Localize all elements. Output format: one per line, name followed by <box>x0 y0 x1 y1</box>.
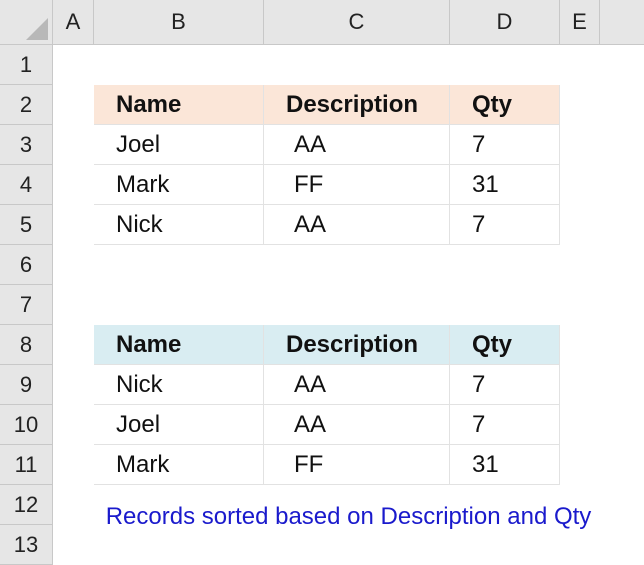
column-header-d[interactable]: D <box>450 0 560 45</box>
row-header-5[interactable]: 5 <box>0 205 53 245</box>
row-header-10[interactable]: 10 <box>0 405 53 445</box>
table2-cell[interactable]: 31 <box>450 445 560 485</box>
column-header-blank <box>600 0 644 45</box>
table1-cell[interactable]: Nick <box>94 205 264 245</box>
table2-cell[interactable]: AA <box>264 365 450 405</box>
table2-cell[interactable]: FF <box>264 445 450 485</box>
table2-header-name[interactable]: Name <box>94 325 264 365</box>
table2-cell[interactable]: Mark <box>94 445 264 485</box>
table1-header-qty[interactable]: Qty <box>450 85 560 125</box>
column-header-c[interactable]: C <box>264 0 450 45</box>
table2-header-qty[interactable]: Qty <box>450 325 560 365</box>
table2-cell[interactable]: AA <box>264 405 450 445</box>
table1-header-description[interactable]: Description <box>264 85 450 125</box>
table1-header-name[interactable]: Name <box>94 85 264 125</box>
row-header-6[interactable]: 6 <box>0 245 53 285</box>
column-header-e[interactable]: E <box>560 0 600 45</box>
column-header-b[interactable]: B <box>94 0 264 45</box>
row-header-3[interactable]: 3 <box>0 125 53 165</box>
table2-cell[interactable]: Nick <box>94 365 264 405</box>
row-header-9[interactable]: 9 <box>0 365 53 405</box>
table2-header-description[interactable]: Description <box>264 325 450 365</box>
row-header-2[interactable]: 2 <box>0 85 53 125</box>
table1-cell[interactable]: AA <box>264 205 450 245</box>
sort-caption: Records sorted based on Description and … <box>105 503 592 530</box>
column-header-a[interactable]: A <box>53 0 94 45</box>
row-header-8[interactable]: 8 <box>0 325 53 365</box>
row-header-7[interactable]: 7 <box>0 285 53 325</box>
table1-cell[interactable]: 31 <box>450 165 560 205</box>
table1-cell[interactable]: Mark <box>94 165 264 205</box>
table2-cell[interactable]: Joel <box>94 405 264 445</box>
row-header-12[interactable]: 12 <box>0 485 53 525</box>
row-header-4[interactable]: 4 <box>0 165 53 205</box>
table1-cell[interactable]: AA <box>264 125 450 165</box>
row-header-11[interactable]: 11 <box>0 445 53 485</box>
table1-cell[interactable]: 7 <box>450 125 560 165</box>
select-all-triangle-icon <box>26 18 48 40</box>
table1-cell[interactable]: FF <box>264 165 450 205</box>
select-all-corner[interactable] <box>0 0 53 45</box>
row-header-1[interactable]: 1 <box>0 45 53 85</box>
table2-cell[interactable]: 7 <box>450 405 560 445</box>
spreadsheet: A B C D E 1 2 3 4 5 6 7 8 9 10 11 12 13 … <box>0 0 644 565</box>
table2-cell[interactable]: 7 <box>450 365 560 405</box>
row-header-13[interactable]: 13 <box>0 525 53 565</box>
table1-cell[interactable]: 7 <box>450 205 560 245</box>
table1-cell[interactable]: Joel <box>94 125 264 165</box>
